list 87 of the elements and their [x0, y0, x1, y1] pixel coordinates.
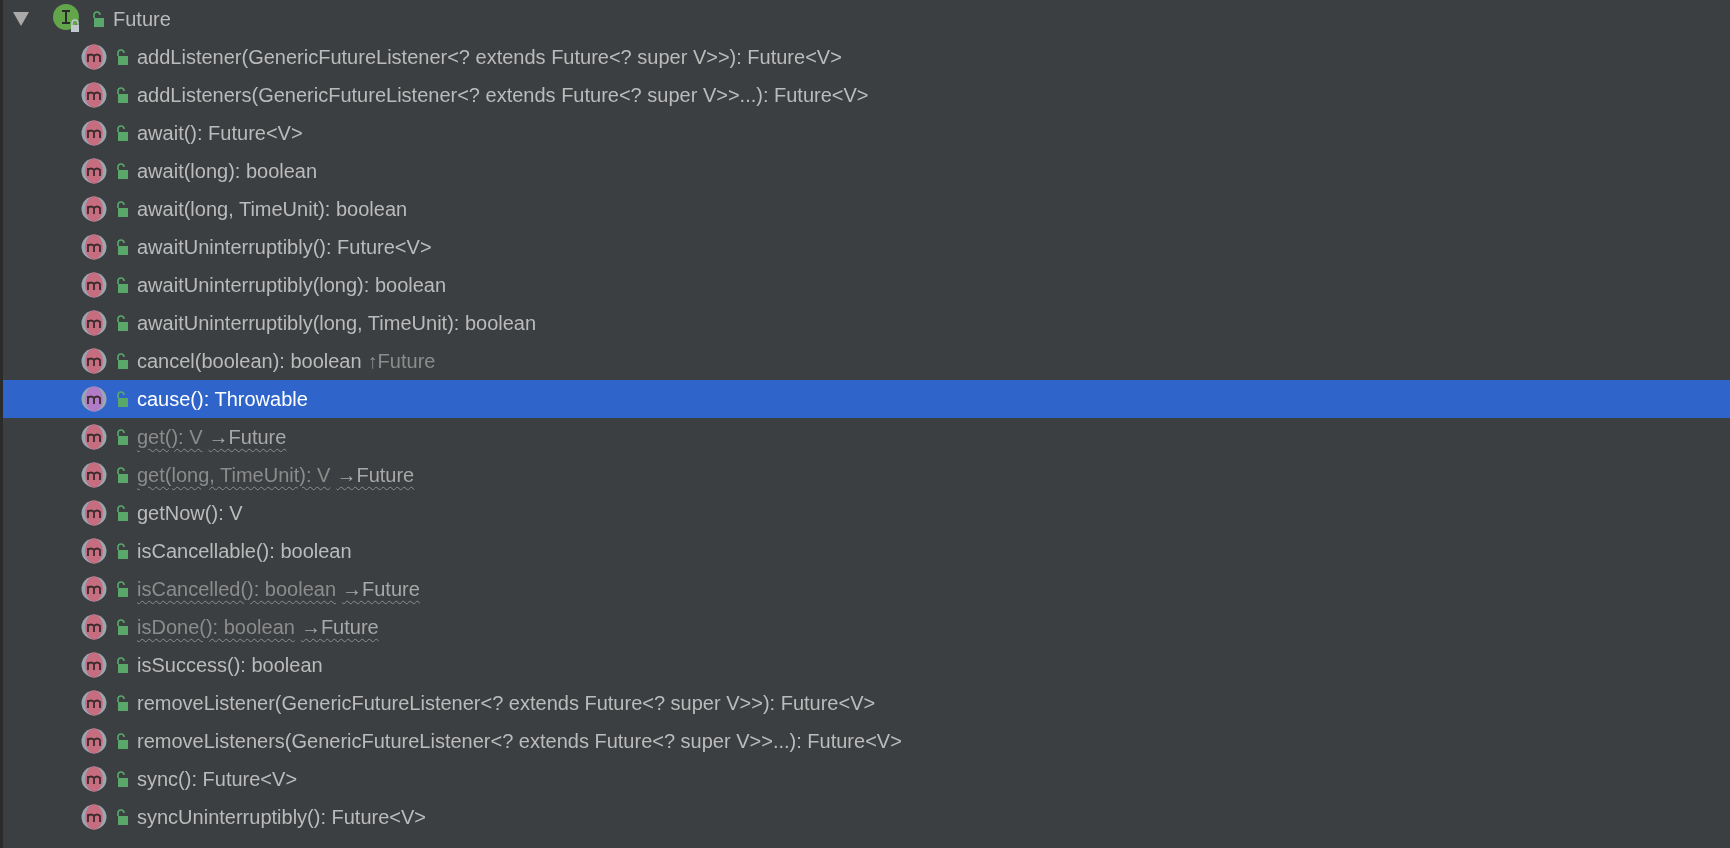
- unlocked-padlock-icon: [115, 277, 129, 293]
- method-icon: [81, 766, 107, 792]
- method-icon: [81, 310, 107, 336]
- method-signature: removeListener(GenericFutureListener<? extends Future<? super V>>): Future<V>: [137, 691, 876, 715]
- method-signature: removeListeners(GenericFutureListener<? extends Future<? super V>>...): Future<V>: [137, 729, 902, 753]
- unlocked-padlock-icon: [115, 353, 129, 369]
- unlocked-padlock-icon: [115, 771, 129, 787]
- method-icon: [81, 234, 107, 260]
- unlocked-padlock-icon: [115, 505, 129, 521]
- method-icon: [81, 44, 107, 70]
- tree-item[interactable]: isCancellable(): boolean: [3, 532, 1730, 570]
- method-icon: [81, 348, 107, 374]
- tree-item[interactable]: getNow(): V: [3, 494, 1730, 532]
- unlocked-padlock-icon: [115, 619, 129, 635]
- method-signature: awaitUninterruptibly(long): boolean: [137, 273, 447, 297]
- method-signature: cause(): Throwable: [137, 387, 308, 411]
- unlocked-padlock-icon: [115, 239, 129, 255]
- method-signature: await(): Future<V>: [137, 121, 303, 145]
- method-signature: get(): V →Future: [137, 425, 287, 449]
- method-icon: [81, 576, 107, 602]
- tree-item[interactable]: sync(): Future<V>: [3, 760, 1730, 798]
- unlocked-padlock-icon: [115, 543, 129, 559]
- unlocked-padlock-icon: [115, 163, 129, 179]
- tree-item[interactable]: cause(): Throwable: [3, 380, 1730, 418]
- tree-item[interactable]: get(long, TimeUnit): V →Future: [3, 456, 1730, 494]
- method-signature: sync(): Future<V>: [137, 767, 298, 791]
- tree-item[interactable]: awaitUninterruptibly(): Future<V>: [3, 228, 1730, 266]
- tree-item[interactable]: awaitUninterruptibly(long, TimeUnit): boolean: [3, 304, 1730, 342]
- method-icon: [81, 690, 107, 716]
- unlocked-padlock-icon: [115, 315, 129, 331]
- method-icon: [81, 386, 107, 412]
- method-signature: syncUninterruptibly(): Future<V>: [137, 805, 426, 829]
- tree-item[interactable]: await(long): boolean: [3, 152, 1730, 190]
- unlocked-padlock-icon: [115, 201, 129, 217]
- method-icon: [81, 652, 107, 678]
- unlocked-padlock-icon: [91, 11, 105, 27]
- tree-item[interactable]: addListeners(GenericFutureListener<? extends Future<? super V>>...): Future<V>: [3, 76, 1730, 114]
- unlocked-padlock-icon: [115, 657, 129, 673]
- method-signature: isCancellable(): boolean: [137, 539, 352, 563]
- unlocked-padlock-icon: [115, 49, 129, 65]
- method-icon: [81, 462, 107, 488]
- method-icon: [81, 196, 107, 222]
- unlocked-padlock-icon: [115, 87, 129, 103]
- method-signature: await(long, TimeUnit): boolean: [137, 197, 408, 221]
- method-icon: [81, 614, 107, 640]
- method-signature: isCancelled(): boolean →Future: [137, 577, 420, 601]
- unlocked-padlock-icon: [115, 695, 129, 711]
- tree-item[interactable]: await(long, TimeUnit): boolean: [3, 190, 1730, 228]
- method-signature: isDone(): boolean →Future: [137, 615, 379, 639]
- method-signature: awaitUninterruptibly(long, TimeUnit): boolean: [137, 311, 537, 335]
- unlocked-padlock-icon: [115, 391, 129, 407]
- unlocked-padlock-icon: [115, 429, 129, 445]
- tree-item[interactable]: addListener(GenericFutureListener<? extends Future<? super V>>): Future<V>: [3, 38, 1730, 76]
- method-icon: [81, 804, 107, 830]
- tree-item[interactable]: isCancelled(): boolean →Future: [3, 570, 1730, 608]
- tree-node-label[interactable]: Future: [113, 7, 171, 31]
- method-icon: [81, 82, 107, 108]
- tree-item[interactable]: syncUninterruptibly(): Future<V>: [3, 798, 1730, 836]
- unlocked-padlock-icon: [115, 581, 129, 597]
- tree-item[interactable]: isDone(): boolean →Future: [3, 608, 1730, 646]
- method-signature: addListener(GenericFutureListener<? extends Future<? super V>>): Future<V>: [137, 45, 842, 69]
- method-signature: get(long, TimeUnit): V →Future: [137, 463, 415, 487]
- method-signature: getNow(): V: [137, 501, 243, 525]
- tree-item[interactable]: get(): V →Future: [3, 418, 1730, 456]
- unlocked-padlock-icon: [115, 467, 129, 483]
- method-signature: await(long): boolean: [137, 159, 318, 183]
- unlocked-padlock-icon: [115, 733, 129, 749]
- method-icon: [81, 120, 107, 146]
- tree-item[interactable]: removeListener(GenericFutureListener<? extends Future<? super V>>): Future<V>: [3, 684, 1730, 722]
- method-icon: [81, 424, 107, 450]
- tree-item[interactable]: cancel(boolean): boolean ↑Future: [3, 342, 1730, 380]
- method-icon: [81, 500, 107, 526]
- method-signature: cancel(boolean): boolean ↑Future: [137, 349, 436, 373]
- method-icon: [81, 538, 107, 564]
- unlocked-padlock-icon: [115, 125, 129, 141]
- tree-item[interactable]: awaitUninterruptibly(long): boolean: [3, 266, 1730, 304]
- unlocked-padlock-icon: [115, 809, 129, 825]
- tree-item[interactable]: await(): Future<V>: [3, 114, 1730, 152]
- method-icon: [81, 728, 107, 754]
- method-icon: [81, 158, 107, 184]
- method-signature: addListeners(GenericFutureListener<? extends Future<? super V>>...): Future<V>: [137, 83, 869, 107]
- method-icon: [81, 272, 107, 298]
- method-signature: awaitUninterruptibly(): Future<V>: [137, 235, 432, 259]
- method-signature: isSuccess(): boolean: [137, 653, 323, 677]
- expand-arrow-icon[interactable]: [13, 12, 29, 26]
- tree-item[interactable]: removeListeners(GenericFutureListener<? extends Future<? super V>>...): Future<V>: [3, 722, 1730, 760]
- tree-item[interactable]: isSuccess(): boolean: [3, 646, 1730, 684]
